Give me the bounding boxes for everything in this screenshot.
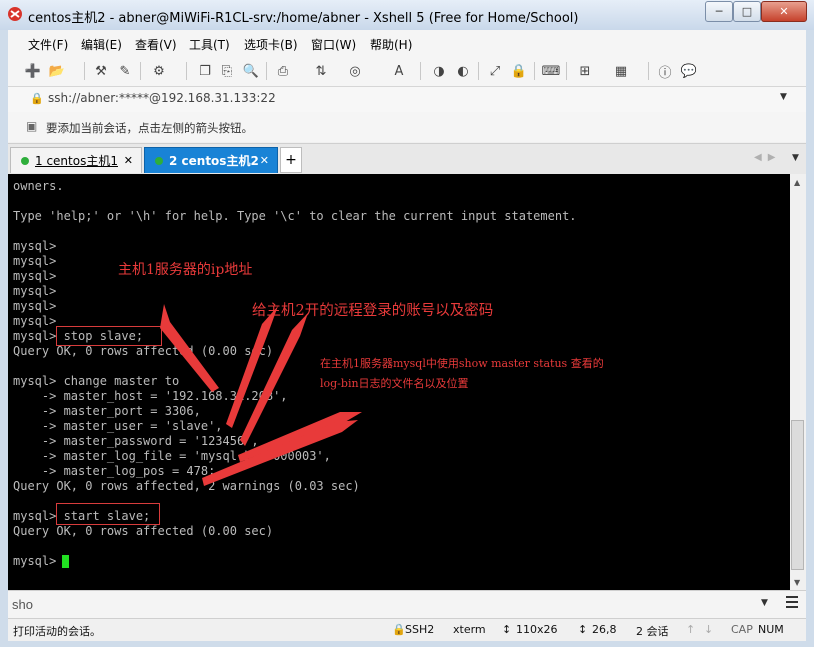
annotation-logbin-line2: log-bin日志的文件名以及位置 (320, 377, 469, 390)
add-session-arrow-icon[interactable]: ▣ (26, 119, 37, 133)
compose-input[interactable] (12, 594, 772, 614)
tab-label: 2 centos主机2 (169, 154, 259, 168)
add-tab-icon[interactable]: ⊞ (576, 62, 594, 80)
keyboard-icon[interactable]: ⌨ (542, 62, 561, 80)
open-folder-icon[interactable]: 📂 (48, 62, 66, 80)
session-status-icon (155, 156, 163, 165)
toolbar-separator (478, 62, 479, 80)
terminal-cursor (62, 555, 69, 568)
toolbar-separator (140, 62, 141, 80)
highlight-start-slave (56, 503, 160, 525)
lock-screen-icon[interactable]: 🔒 (510, 62, 528, 80)
chevron-down-icon[interactable]: ▼ (780, 92, 787, 102)
status-cursor-pos: 26,8 (592, 623, 617, 636)
toolbar-separator (266, 62, 267, 80)
session-status-icon (21, 156, 29, 165)
tab-centos-host-2[interactable]: 2 centos主机2 ✕ (144, 147, 278, 173)
new-session-icon[interactable]: ➕ (24, 62, 42, 80)
tab-centos-host-1[interactable]: 1 centos主机1 ✕ (10, 147, 142, 173)
close-button[interactable]: ✕ (761, 1, 807, 22)
scroll-up-icon[interactable]: ▲ (794, 178, 800, 187)
status-terminal-type: xterm (453, 623, 486, 636)
session-hint-text: 要添加当前会话，点击左侧的箭头按钮。 (46, 121, 253, 135)
fullscreen-icon[interactable]: ⤢ (486, 62, 504, 80)
menu-file[interactable]: 文件(F) (28, 36, 68, 53)
xftp-icon[interactable]: ◑ (430, 62, 448, 80)
status-caps: CAP (731, 623, 753, 636)
print-icon[interactable]: ⎙ (274, 62, 292, 80)
toolbar-separator (566, 62, 567, 80)
maximize-button[interactable]: □ (733, 1, 761, 22)
menu-tabs[interactable]: 选项卡(B) (244, 36, 298, 53)
toolbar-separator (84, 62, 85, 80)
transfer-icon[interactable]: ⇅ (312, 62, 330, 80)
toolbar-separator (534, 62, 535, 80)
menu-tools[interactable]: 工具(T) (189, 36, 230, 53)
status-sessions: 2 会话 (636, 625, 669, 638)
new-tab-button[interactable]: + (280, 147, 302, 173)
status-size: 110x26 (516, 623, 558, 636)
paste-icon[interactable]: ⎘ (218, 62, 236, 80)
scrollbar-thumb[interactable] (791, 420, 804, 570)
status-protocol: SSH2 (405, 623, 435, 636)
menu-window[interactable]: 窗口(W) (311, 36, 356, 53)
menu-view[interactable]: 查看(V) (135, 36, 177, 53)
cursor-icon: ↕ (578, 623, 588, 636)
menu-help[interactable]: 帮助(H) (370, 36, 412, 53)
properties-icon[interactable]: ⚙ (150, 62, 168, 80)
tab-scroll-icon[interactable]: ◀▶ (754, 152, 781, 163)
annotation-master-ip: 主机1服务器的ip地址 (118, 262, 253, 278)
highlight-stop-slave (56, 326, 162, 346)
toolbar-separator (648, 62, 649, 80)
layout-icon[interactable]: ▦ (612, 62, 630, 80)
hamburger-menu-icon[interactable] (786, 596, 798, 608)
globe-icon[interactable]: ◎ (346, 62, 364, 80)
disconnect-icon[interactable]: ✎ (116, 62, 134, 80)
session-up-icon[interactable]: ↑ (686, 623, 695, 636)
connection-lock-icon: 🔒 (392, 623, 406, 636)
tab-close-icon[interactable]: ✕ (124, 154, 133, 167)
xmanager-icon[interactable]: ◐ (454, 62, 472, 80)
font-icon[interactable]: A (390, 62, 408, 80)
find-icon[interactable]: 🔍 (242, 62, 260, 80)
annotation-logbin-line1: 在主机1服务器mysql中使用show master status 查看的 (320, 357, 604, 370)
toolbar-separator (420, 62, 421, 80)
address-text[interactable]: ssh://abner:*****@192.168.31.133:22 (48, 91, 276, 105)
chevron-down-icon[interactable]: ▼ (761, 598, 768, 608)
resize-icon: ↕ (502, 623, 512, 636)
window-title: centos主机2 - abner@MiWiFi-R1CL-srv:/home/… (28, 11, 579, 26)
scroll-down-icon[interactable]: ▼ (794, 578, 800, 587)
toolbar-separator (186, 62, 187, 80)
lock-icon: 🔒 (30, 92, 44, 105)
status-numlock: NUM (758, 623, 784, 636)
tab-list-icon[interactable]: ▼ (792, 153, 799, 163)
menu-edit[interactable]: 编辑(E) (81, 36, 122, 53)
help-icon[interactable]: ⓘ (656, 62, 674, 81)
tab-label: 1 centos主机1 (35, 154, 118, 168)
xshell-app-icon (8, 7, 22, 21)
session-down-icon[interactable]: ↓ (704, 623, 713, 636)
tab-close-icon[interactable]: ✕ (260, 154, 269, 167)
status-message: 打印活动的会话。 (13, 625, 101, 638)
minimize-button[interactable]: ─ (705, 1, 733, 22)
chat-icon[interactable]: 💬 (680, 62, 698, 80)
reconnect-icon[interactable]: ⚒ (92, 62, 110, 80)
copy-icon[interactable]: ❐ (196, 62, 214, 80)
annotation-account-password: 给主机2开的远程登录的账号以及密码 (252, 303, 494, 319)
